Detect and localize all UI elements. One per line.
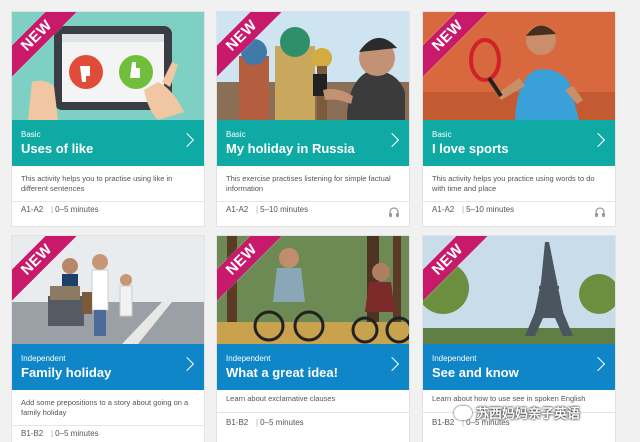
card-description: Add some prepositions to a story about g…	[21, 398, 189, 417]
duration: 0–5 minutes	[55, 205, 99, 214]
chevron-right-icon[interactable]	[590, 132, 606, 148]
duration: 0–5 minutes	[260, 418, 304, 427]
card-meta: A1-A2 | 5–10 minutes	[432, 205, 514, 214]
activity-card[interactable]: NEW Independent Family holiday Add some …	[12, 236, 204, 442]
level-label: Independent	[21, 354, 66, 363]
card-title[interactable]: What a great idea!	[226, 365, 338, 380]
card-title[interactable]: My holiday in Russia	[226, 141, 355, 156]
card-meta: B1-B2 | 0–5 minutes	[226, 418, 304, 427]
card-header-band[interactable]: Basic I love sports	[423, 120, 615, 166]
card-header-band[interactable]: Independent Family holiday	[12, 344, 204, 390]
divider	[423, 201, 615, 202]
level-label: Basic	[21, 130, 41, 139]
card-meta: B1-B2 | 0–5 minutes	[21, 429, 99, 438]
activity-card[interactable]: NEW Basic I love sports This activity he…	[423, 12, 615, 226]
level-label: Independent	[432, 354, 477, 363]
card-header-band[interactable]: Independent See and know	[423, 344, 615, 390]
card-header-band[interactable]: Basic Uses of like	[12, 120, 204, 166]
card-header-band[interactable]: Basic My holiday in Russia	[217, 120, 409, 166]
divider	[12, 201, 204, 202]
card-meta: A1-A2 | 5–10 minutes	[226, 205, 308, 214]
card-description: This exercise practises listening for si…	[226, 174, 391, 193]
chevron-right-icon[interactable]	[590, 356, 606, 372]
level-label: Basic	[226, 130, 246, 139]
cefr-level: A1-A2	[226, 205, 249, 214]
duration: 5–10 minutes	[260, 205, 309, 214]
card-meta: A1-A2 | 0–5 minutes	[21, 205, 99, 214]
level-label: Independent	[226, 354, 271, 363]
activity-card[interactable]: NEW Independent What a great idea! Learn…	[217, 236, 409, 442]
card-image[interactable]: NEW	[12, 12, 204, 120]
card-description: This activity helps you practice using w…	[432, 174, 595, 193]
card-title[interactable]: Uses of like	[21, 141, 93, 156]
card-header-band[interactable]: Independent What a great idea!	[217, 344, 409, 390]
headphones-icon	[389, 207, 399, 217]
chevron-right-icon[interactable]	[179, 356, 195, 372]
chevron-right-icon[interactable]	[384, 132, 400, 148]
card-image[interactable]: NEW	[423, 236, 615, 344]
divider	[217, 412, 409, 413]
cefr-level: A1-A2	[21, 205, 44, 214]
activity-card[interactable]: NEW Basic My holiday in Russia This exer…	[217, 12, 409, 226]
cefr-level: A1-A2	[432, 205, 455, 214]
card-title[interactable]: I love sports	[432, 141, 509, 156]
card-image[interactable]: NEW	[217, 236, 409, 344]
card-image[interactable]: NEW	[12, 236, 204, 344]
card-description: Learn about exclamative clauses	[226, 394, 336, 403]
watermark-text: 苏西妈妈亲子英语	[476, 406, 581, 421]
card-title[interactable]: Family holiday	[21, 365, 111, 380]
duration: 0–5 minutes	[55, 429, 99, 438]
card-description: This activity helps you to practise usin…	[21, 174, 173, 193]
card-image[interactable]: NEW	[423, 12, 615, 120]
duration: 5–10 minutes	[466, 205, 515, 214]
headphones-icon	[595, 207, 605, 217]
divider	[12, 425, 204, 426]
card-image[interactable]: NEW	[217, 12, 409, 120]
chat-bubble-icon	[454, 405, 472, 420]
level-label: Basic	[432, 130, 452, 139]
cefr-level: B1-B2	[226, 418, 249, 427]
cefr-level: B1-B2	[21, 429, 44, 438]
activity-card[interactable]: NEW Basic Uses of like This activity hel…	[12, 12, 204, 226]
chevron-right-icon[interactable]	[384, 356, 400, 372]
card-title[interactable]: See and know	[432, 365, 519, 380]
watermark: 苏西妈妈亲子英语	[454, 403, 580, 422]
divider	[217, 201, 409, 202]
chevron-right-icon[interactable]	[179, 132, 195, 148]
